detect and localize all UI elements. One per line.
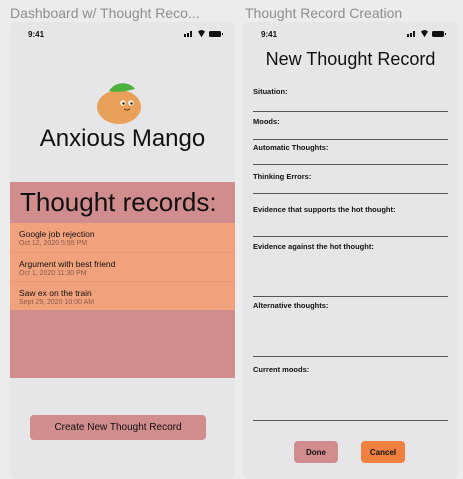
field-label: Alternative thoughts: bbox=[253, 301, 329, 310]
battery-icon bbox=[432, 30, 446, 37]
records-list: Google job rejection Oct 12, 2020 5:55 P… bbox=[10, 223, 235, 310]
cancel-button[interactable]: Cancel bbox=[361, 441, 405, 463]
evidence-against-field[interactable]: Evidence against the hot thought: bbox=[253, 242, 448, 297]
field-label: Moods: bbox=[253, 117, 280, 126]
app-title: Anxious Mango bbox=[39, 125, 206, 152]
status-time: 9:41 bbox=[28, 30, 45, 39]
field-label: Thinking Errors: bbox=[253, 172, 312, 181]
status-time: 9:41 bbox=[261, 30, 278, 39]
status-bar: 9:41 bbox=[243, 28, 458, 42]
record-title: Argument with best friend bbox=[19, 259, 116, 269]
create-thought-record-button[interactable]: Create New Thought Record bbox=[30, 415, 206, 440]
done-button[interactable]: Done bbox=[294, 441, 338, 463]
moods-field[interactable]: Moods: bbox=[253, 117, 448, 140]
record-title: Google job rejection bbox=[19, 229, 95, 239]
record-item[interactable]: Argument with best friend Oct 1, 2020 11… bbox=[10, 252, 235, 281]
status-bar: 9:41 bbox=[10, 28, 235, 42]
dashboard-screen: 9:41 Anxious Mango Thought records: Goog… bbox=[10, 22, 235, 479]
record-item[interactable]: Saw ex on the train Sept 29, 2020 10:00 … bbox=[10, 281, 235, 310]
thought-records-panel: Thought records: Google job rejection Oc… bbox=[10, 182, 235, 378]
field-label: Current moods: bbox=[253, 365, 310, 374]
signal-icon bbox=[407, 30, 417, 37]
evidence-supports-field[interactable]: Evidence that supports the hot thought: bbox=[253, 205, 448, 237]
thinking-errors-field[interactable]: Thinking Errors: bbox=[253, 172, 448, 194]
mango-logo-icon bbox=[97, 83, 141, 124]
right-frame-label: Thought Record Creation bbox=[245, 5, 403, 21]
field-label: Evidence that supports the hot thought: bbox=[253, 205, 396, 214]
record-title: Saw ex on the train bbox=[19, 288, 92, 298]
automatic-thoughts-field[interactable]: Automatic Thoughts: bbox=[253, 143, 448, 165]
record-date: Sept 29, 2020 10:00 AM bbox=[19, 299, 95, 306]
left-frame-label: Dashboard w/ Thought Reco... bbox=[10, 5, 200, 21]
battery-icon bbox=[209, 30, 223, 37]
wifi-icon bbox=[197, 30, 206, 37]
field-label: Automatic Thoughts: bbox=[253, 143, 329, 152]
signal-icon bbox=[184, 30, 194, 37]
record-date: Oct 1, 2020 11:30 PM bbox=[19, 270, 87, 277]
wifi-icon bbox=[420, 30, 429, 37]
thought-record-form-screen: 9:41 New Thought Record Situation: Moods… bbox=[243, 22, 458, 479]
records-heading: Thought records: bbox=[20, 187, 217, 217]
record-date: Oct 12, 2020 5:55 PM bbox=[19, 240, 88, 247]
situation-field[interactable]: Situation: bbox=[253, 87, 448, 112]
alternative-thoughts-field[interactable]: Alternative thoughts: bbox=[253, 301, 448, 357]
field-label: Evidence against the hot thought: bbox=[253, 242, 374, 251]
current-moods-field[interactable]: Current moods: bbox=[253, 365, 448, 421]
field-label: Situation: bbox=[253, 87, 288, 96]
form-title: New Thought Record bbox=[265, 49, 436, 69]
record-item[interactable]: Google job rejection Oct 12, 2020 5:55 P… bbox=[10, 223, 235, 252]
